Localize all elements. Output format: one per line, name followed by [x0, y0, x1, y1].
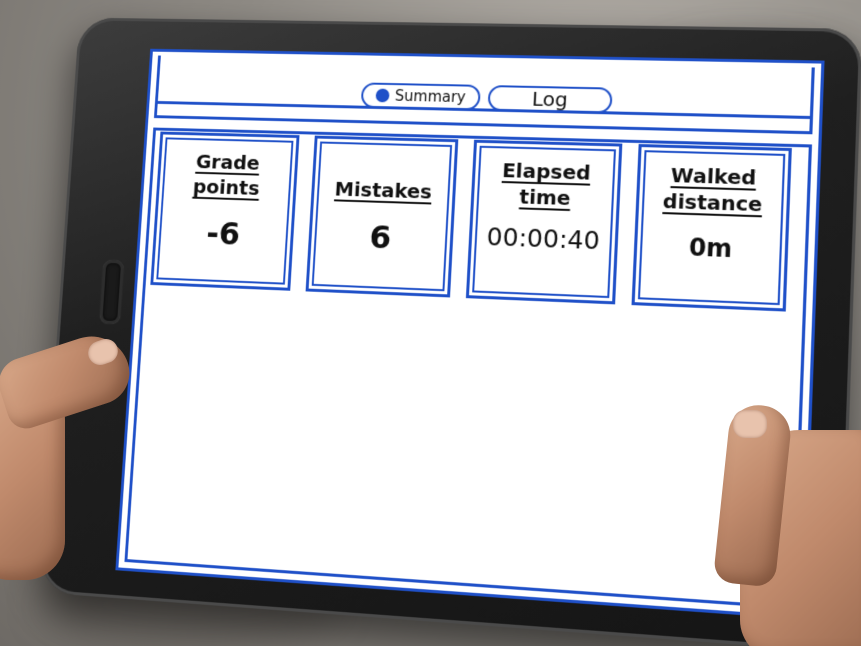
tab-summary[interactable]: Summary: [360, 82, 481, 111]
tab-summary-label: Summary: [394, 87, 467, 107]
stat-card-walked-distance: Walked distance 0m: [631, 144, 792, 312]
stat-value: 6: [368, 218, 393, 257]
stat-value: -6: [205, 214, 242, 253]
stat-value: 00:00:40: [486, 222, 601, 256]
tab-log-label: Log: [531, 86, 569, 112]
stat-title: Grade points: [192, 149, 261, 200]
stat-card-mistakes: Mistakes 6: [305, 135, 459, 298]
stat-value: 0m: [688, 233, 733, 264]
tab-bar: Summary Log: [153, 55, 815, 135]
stat-title: Walked distance: [662, 162, 763, 217]
stat-card-elapsed-time: Elapsed time 00:00:40: [465, 139, 623, 305]
right-thumbnail: [733, 410, 767, 438]
stats-cards: Grade points -6 Mistakes 6 Elapsed time …: [150, 131, 809, 323]
tablet-home-button[interactable]: [99, 259, 125, 325]
radio-selected-icon: [375, 88, 390, 103]
tab-log[interactable]: Log: [487, 85, 613, 114]
stat-title: Elapsed time: [501, 158, 592, 211]
tab-bar-divider: [157, 101, 810, 120]
stat-title: Mistakes: [334, 176, 433, 204]
stat-card-grade-points: Grade points -6: [150, 131, 300, 291]
